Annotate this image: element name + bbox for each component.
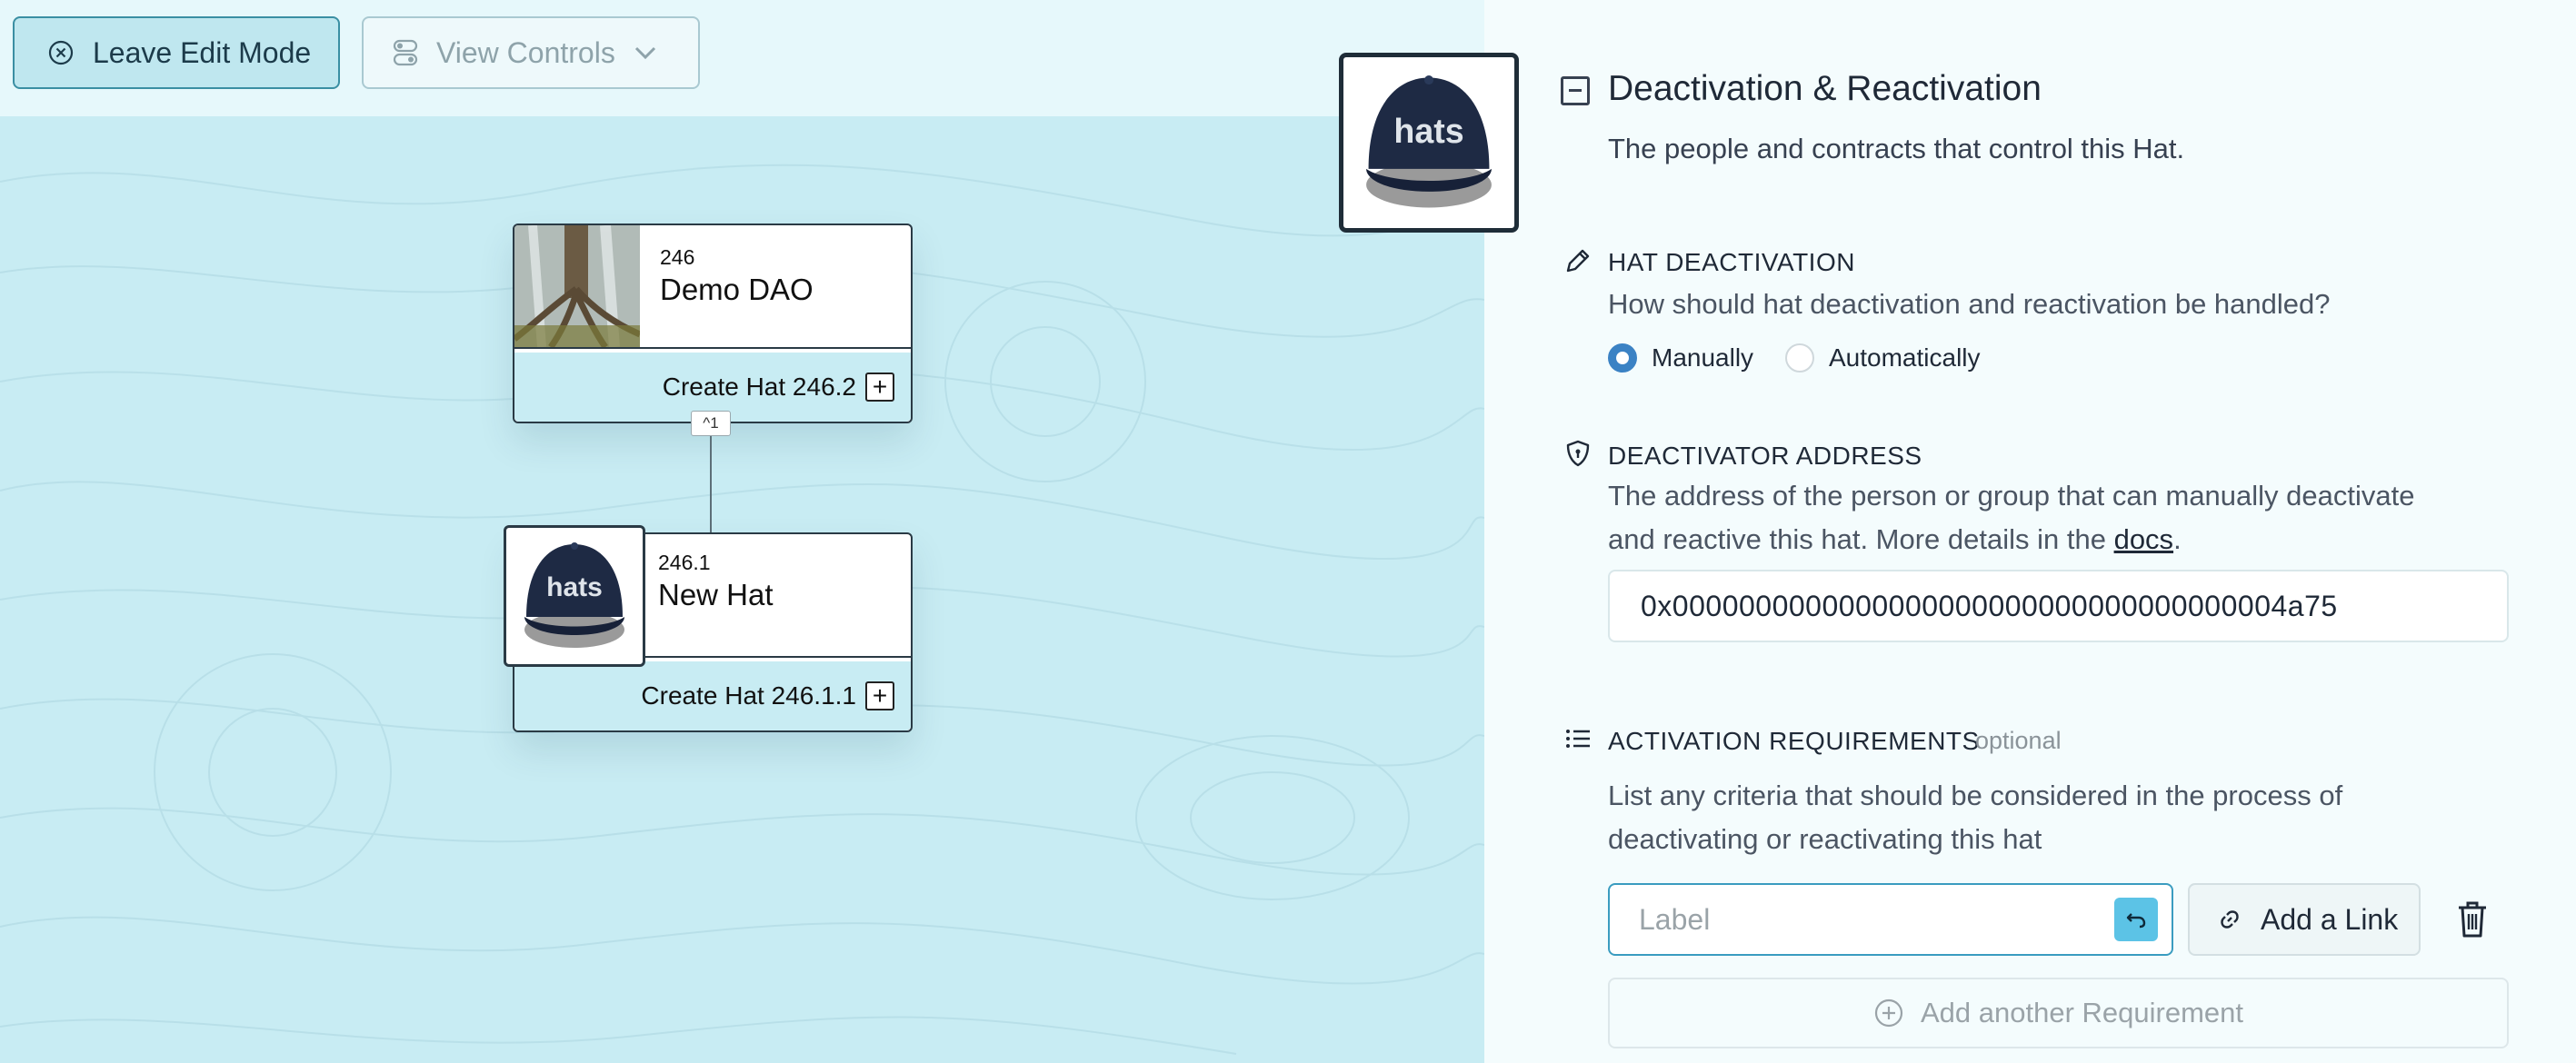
- deactivator-address-label: DEACTIVATOR ADDRESS: [1608, 442, 1922, 470]
- create-hat-button[interactable]: Create Hat 246.1.1 +: [514, 661, 911, 730]
- tree-roots-image: [514, 225, 640, 347]
- radio-label: Manually: [1652, 343, 1754, 372]
- deactivator-address-input[interactable]: 0x0000000000000000000000000000000000004a…: [1608, 570, 2509, 642]
- leave-edit-mode-label: Leave Edit Mode: [93, 35, 312, 69]
- hat-cap-icon: hats: [1366, 75, 1492, 208]
- add-another-label: Add another Requirement: [1920, 997, 2243, 1028]
- description-text: and reactive this hat. More details in t…: [1608, 523, 2114, 555]
- optional-tag: optional: [1975, 727, 2062, 754]
- section-title: Deactivation & Reactivation: [1608, 69, 2042, 108]
- hat-image: hats: [504, 525, 645, 667]
- hat-id: 246.1: [658, 551, 711, 574]
- hat-deactivation-label: HAT DEACTIVATION: [1608, 248, 1855, 276]
- add-another-requirement-button[interactable]: Add another Requirement: [1608, 978, 2509, 1048]
- toggle-icon: [393, 39, 418, 66]
- description-text: .: [2173, 523, 2182, 555]
- list-icon: [1566, 730, 1590, 748]
- undo-icon: [2126, 913, 2146, 929]
- hat-tree-canvas[interactable]: [0, 0, 1484, 1063]
- tree-connector: [710, 423, 712, 532]
- link-icon: [2221, 910, 2239, 929]
- selected-hat-image[interactable]: hats: [1339, 53, 1519, 233]
- requirement-label-input[interactable]: Label: [1608, 883, 2173, 956]
- view-controls-label: View Controls: [436, 35, 615, 69]
- activation-description: List any criteria that should be conside…: [1608, 774, 2517, 861]
- description-line: and reactive this hat. More details in t…: [1608, 518, 2517, 561]
- description-line: deactivating or reactivating this hat: [1608, 823, 2042, 855]
- hat-cap-icon: hats: [524, 542, 624, 648]
- topographic-background: [0, 164, 1484, 1055]
- section-subtitle: The people and contracts that control th…: [1608, 133, 2185, 164]
- input-placeholder: Label: [1639, 902, 1711, 936]
- close-circle-icon: [48, 40, 74, 65]
- description-line: List any criteria that should be conside…: [1608, 780, 2343, 811]
- shield-icon: [1566, 440, 1590, 467]
- hat-node-root[interactable]: 246 Demo DAO Create Hat 246.2 +: [513, 224, 913, 423]
- radio-manually[interactable]: Manually: [1608, 343, 1753, 373]
- hat-node-header[interactable]: 246 Demo DAO: [514, 225, 911, 349]
- view-controls-button[interactable]: View Controls: [362, 16, 700, 89]
- add-link-button[interactable]: Add a Link: [2188, 883, 2421, 956]
- description-line: The address of the person or group that …: [1608, 480, 2415, 512]
- pencil-icon: [1566, 249, 1590, 273]
- hat-name: Demo DAO: [660, 273, 814, 306]
- radio-label: Automatically: [1829, 343, 1981, 372]
- hat-name: New Hat: [658, 578, 774, 611]
- chevron-down-icon: [634, 46, 655, 60]
- trash-icon[interactable]: [2455, 899, 2490, 939]
- hat-logo-text: hats: [546, 572, 603, 602]
- plus-icon: +: [865, 373, 894, 402]
- radio-button[interactable]: [1785, 343, 1814, 373]
- create-hat-label: Create Hat 246.1.1: [641, 681, 856, 710]
- add-link-label: Add a Link: [2261, 902, 2399, 936]
- deactivator-description: The address of the person or group that …: [1608, 474, 2517, 561]
- radio-button-selected[interactable]: [1608, 343, 1637, 373]
- undo-button[interactable]: [2114, 898, 2158, 941]
- plus-icon: +: [865, 681, 894, 710]
- radio-automatically[interactable]: Automatically: [1785, 343, 1981, 373]
- hat-logo-text: hats: [1393, 112, 1463, 150]
- hat-deactivation-question: How should hat deactivation and reactiva…: [1608, 288, 2331, 320]
- level-badge: ^1: [691, 411, 731, 436]
- collapse-icon[interactable]: [1561, 76, 1590, 105]
- docs-link[interactable]: docs: [2114, 523, 2173, 555]
- plus-circle-icon: [1874, 998, 1903, 1028]
- activation-requirements-label: ACTIVATION REQUIREMENTS: [1608, 727, 1980, 755]
- create-hat-label: Create Hat 246.2: [662, 373, 856, 401]
- hat-id: 246: [660, 245, 695, 269]
- leave-edit-mode-button[interactable]: Leave Edit Mode: [13, 16, 340, 89]
